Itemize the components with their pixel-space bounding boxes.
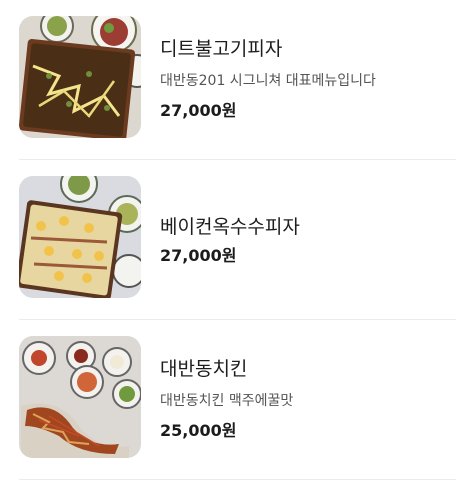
menu-item-price: 27,000원 [160,246,237,265]
bulgogi-pizza-photo [19,16,141,138]
menu-item-price: 25,000원 [160,421,237,440]
menu-item-name: 디트불고기피자 [160,38,283,60]
menu-list: 디트불고기피자 대반동201 시그니쳐 대표메뉴입니다 27,000원 베이컨옥… [0,0,466,480]
menu-item-name: 대반동치킨 [160,358,248,380]
bacon-corn-pizza-photo [19,176,141,298]
menu-item-description: 대반동201 시그니쳐 대표메뉴입니다 [160,73,376,89]
menu-item-name: 베이컨옥수수피자 [160,216,300,238]
fried-chicken-photo [19,336,141,458]
menu-item-description: 대반동치킨 맥주에꿀맛 [160,393,294,409]
menu-item-bulgogi-pizza[interactable]: 디트불고기피자 대반동201 시그니쳐 대표메뉴입니다 27,000원 [0,0,466,160]
menu-item-price: 27,000원 [160,101,237,120]
menu-item-bacon-corn-pizza[interactable]: 베이컨옥수수피자 27,000원 [0,160,466,320]
menu-item-daebandong-chicken[interactable]: 대반동치킨 대반동치킨 맥주에꿀맛 25,000원 [0,320,466,480]
